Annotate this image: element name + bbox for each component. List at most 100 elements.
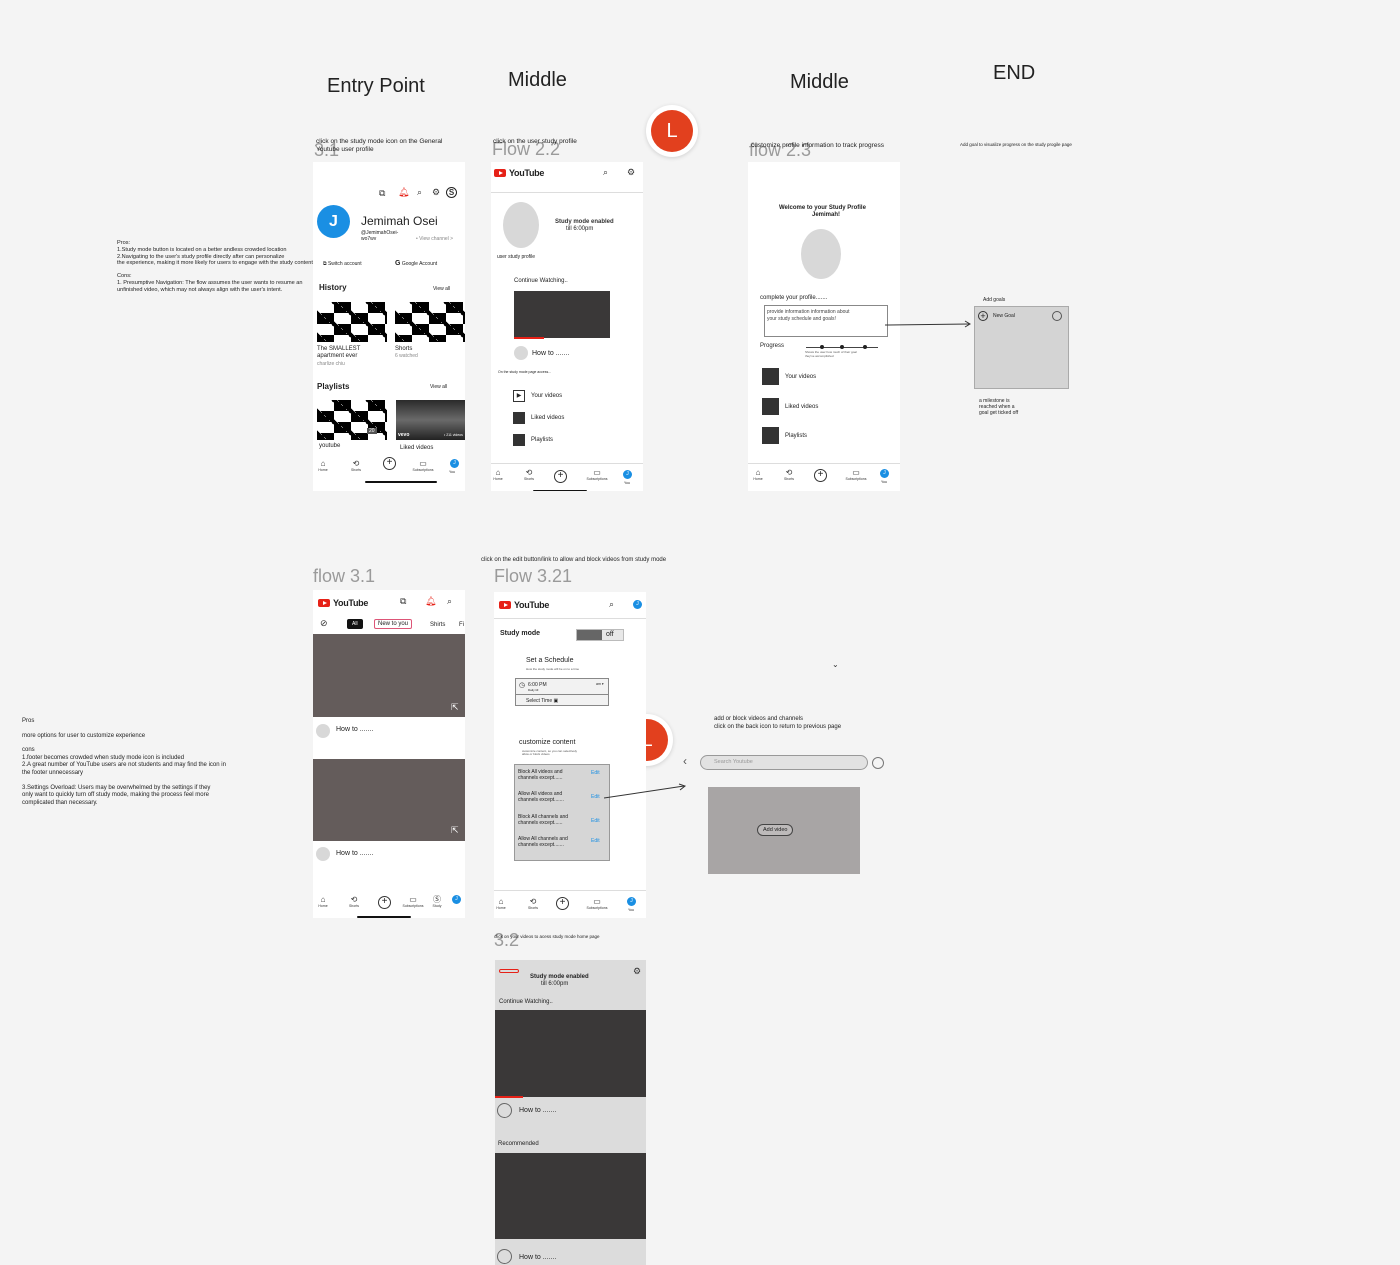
add-video-button[interactable]: Add video	[757, 824, 794, 836]
nav-shorts[interactable]: ⟲ Shorts	[342, 895, 366, 908]
history-view-all[interactable]: View all	[433, 286, 450, 292]
goal-checkbox[interactable]	[1052, 311, 1062, 321]
edit-link-3[interactable]: Edit	[591, 818, 600, 824]
recommended-video-thumb[interactable]	[495, 1153, 646, 1239]
new-goal-label[interactable]: New Goal	[993, 313, 1015, 319]
search-icon[interactable]: ⌕	[603, 168, 608, 177]
channel-avatar[interactable]	[514, 346, 528, 360]
nav-you[interactable]: J	[452, 895, 461, 904]
playlists-row[interactable]: Playlists	[762, 427, 807, 444]
channel-avatar[interactable]	[316, 724, 330, 738]
nav-home[interactable]: ⌂ Home	[491, 468, 510, 481]
nav-you[interactable]: J	[623, 470, 632, 479]
cast-icon[interactable]: ⧉	[400, 597, 406, 606]
nav-subscriptions[interactable]: ▭ Subscriptions	[585, 468, 609, 481]
study-profile-avatar[interactable]	[801, 229, 841, 279]
profile-info-field[interactable]: provide information information about yo…	[764, 305, 888, 337]
youtube-logo-icon	[494, 169, 506, 177]
history-thumb-1[interactable]	[317, 302, 387, 342]
nav-home[interactable]: ⌂ Home	[313, 895, 335, 908]
chip-all[interactable]: All	[347, 619, 363, 629]
youtube-logo[interactable]: YouTube	[494, 168, 544, 178]
channel-avatar[interactable]	[316, 847, 330, 861]
video-title-1[interactable]: How to .......	[519, 1107, 556, 1114]
nav-shorts[interactable]: ⟲ Shorts	[521, 897, 545, 910]
search-icon[interactable]: ⌕	[417, 188, 422, 197]
nav-home[interactable]: ⌂ Home	[313, 459, 335, 472]
gear-icon[interactable]: ⚙	[633, 967, 641, 976]
video-thumb-2[interactable]: ⇱	[313, 759, 465, 841]
nav-home[interactable]: ⌂ Home	[494, 897, 513, 910]
edit-link-2[interactable]: Edit	[591, 794, 600, 800]
search-input[interactable]: Search Youtube	[700, 755, 868, 770]
video-title-2[interactable]: How to .......	[519, 1254, 556, 1261]
history-thumb-2[interactable]	[395, 302, 465, 342]
chip-fi[interactable]: Fi	[459, 622, 464, 628]
bell-icon[interactable]: 🔔︎	[425, 597, 436, 606]
switch-account-button[interactable]: ⧉ Switch account	[323, 261, 362, 267]
study-mode-toggle[interactable]: off	[576, 629, 624, 641]
search-icon[interactable]: ⌕	[609, 600, 614, 609]
nav-subscriptions[interactable]: ▭ Subscriptions	[401, 895, 425, 908]
account-avatar[interactable]: J	[633, 600, 642, 609]
video-thumb-icon	[762, 368, 779, 385]
nav-shorts[interactable]: ⟲ Shorts	[517, 468, 541, 481]
create-plus-button[interactable]: +	[383, 457, 396, 470]
your-videos-row[interactable]: Your videos	[762, 368, 816, 385]
liked-videos-row[interactable]: Liked videos	[513, 412, 564, 424]
chevron-down-icon[interactable]: ⌄	[832, 660, 839, 669]
nav-shorts[interactable]: ⟲ Shorts	[777, 468, 801, 481]
google-account-button[interactable]: G Google Account	[395, 260, 437, 267]
ampm-select[interactable]: am ▾	[596, 682, 604, 686]
create-plus-button[interactable]: +	[814, 469, 827, 482]
continue-video-thumb[interactable]	[514, 291, 610, 338]
create-plus-button[interactable]: +	[554, 470, 567, 483]
cast-icon[interactable]: ⧉	[379, 189, 385, 198]
continue-video-thumb[interactable]	[495, 1010, 646, 1097]
mic-icon[interactable]	[872, 757, 884, 769]
search-icon[interactable]: ⌕	[447, 597, 452, 606]
playlist-thumb-2[interactable]: vevo • 211 videos	[396, 400, 465, 440]
create-plus-button[interactable]: +	[378, 896, 391, 909]
video-title-2[interactable]: How to .......	[336, 850, 373, 857]
liked-videos-row[interactable]: Liked videos	[762, 398, 818, 415]
back-chevron-icon[interactable]: ‹	[683, 755, 687, 767]
playlist-thumb-1[interactable]	[317, 400, 387, 440]
video-thumb-1[interactable]: ⇱	[313, 634, 465, 717]
playlists-row[interactable]: Playlists	[513, 434, 553, 446]
youtube-logo[interactable]: YouTube	[499, 600, 549, 610]
select-time-button[interactable]: Select Time ▣	[526, 698, 558, 704]
study-mode-icon[interactable]: S	[446, 187, 457, 198]
nav-you[interactable]: J	[627, 897, 636, 906]
gear-icon[interactable]: ⚙	[432, 188, 440, 197]
your-videos-row[interactable]: ▶ Your videos	[513, 390, 562, 402]
explore-icon[interactable]: ⊘	[320, 619, 328, 628]
avatar[interactable]: J	[317, 205, 350, 238]
chip-shirts[interactable]: Shirts	[430, 622, 445, 628]
channel-avatar[interactable]	[497, 1103, 512, 1118]
youtube-logo[interactable]: YouTube	[318, 598, 368, 608]
nav-subscriptions[interactable]: ▭ Subscriptions	[585, 897, 609, 910]
nav-you[interactable]: J	[450, 459, 459, 468]
youtube-mini-logo[interactable]	[499, 969, 519, 973]
playlists-view-all[interactable]: View all	[430, 384, 447, 390]
add-goal-plus-icon[interactable]: +	[978, 311, 988, 321]
create-plus-button[interactable]: +	[556, 897, 569, 910]
chip-new-to-you[interactable]: New to you	[374, 619, 413, 629]
nav-shorts[interactable]: ⟲ Shorts	[344, 459, 368, 472]
video-title[interactable]: How to .......	[532, 350, 569, 357]
nav-study[interactable]: Ⓢ Study	[425, 895, 449, 908]
nav-home[interactable]: ⌂ Home	[748, 468, 770, 481]
bell-icon[interactable]: 🔔︎	[398, 188, 409, 197]
nav-you[interactable]: J	[880, 469, 889, 478]
nav-subscriptions[interactable]: ▭ Subscriptions	[411, 459, 435, 472]
study-profile-avatar[interactable]	[503, 202, 539, 248]
video-title-1[interactable]: How to .......	[336, 726, 373, 733]
nav-subscriptions[interactable]: ▭ Subscriptions	[844, 468, 868, 481]
channel-avatar[interactable]	[497, 1249, 512, 1264]
gear-icon[interactable]: ⚙	[627, 168, 635, 177]
edit-link-1[interactable]: Edit	[591, 770, 600, 776]
view-channel-link[interactable]: • View channel >	[416, 236, 453, 242]
edit-link-4[interactable]: Edit	[591, 838, 600, 844]
phone-flow-2-2: YouTube ⌕ ⚙ Study mode enabled till 6:00…	[491, 162, 643, 491]
